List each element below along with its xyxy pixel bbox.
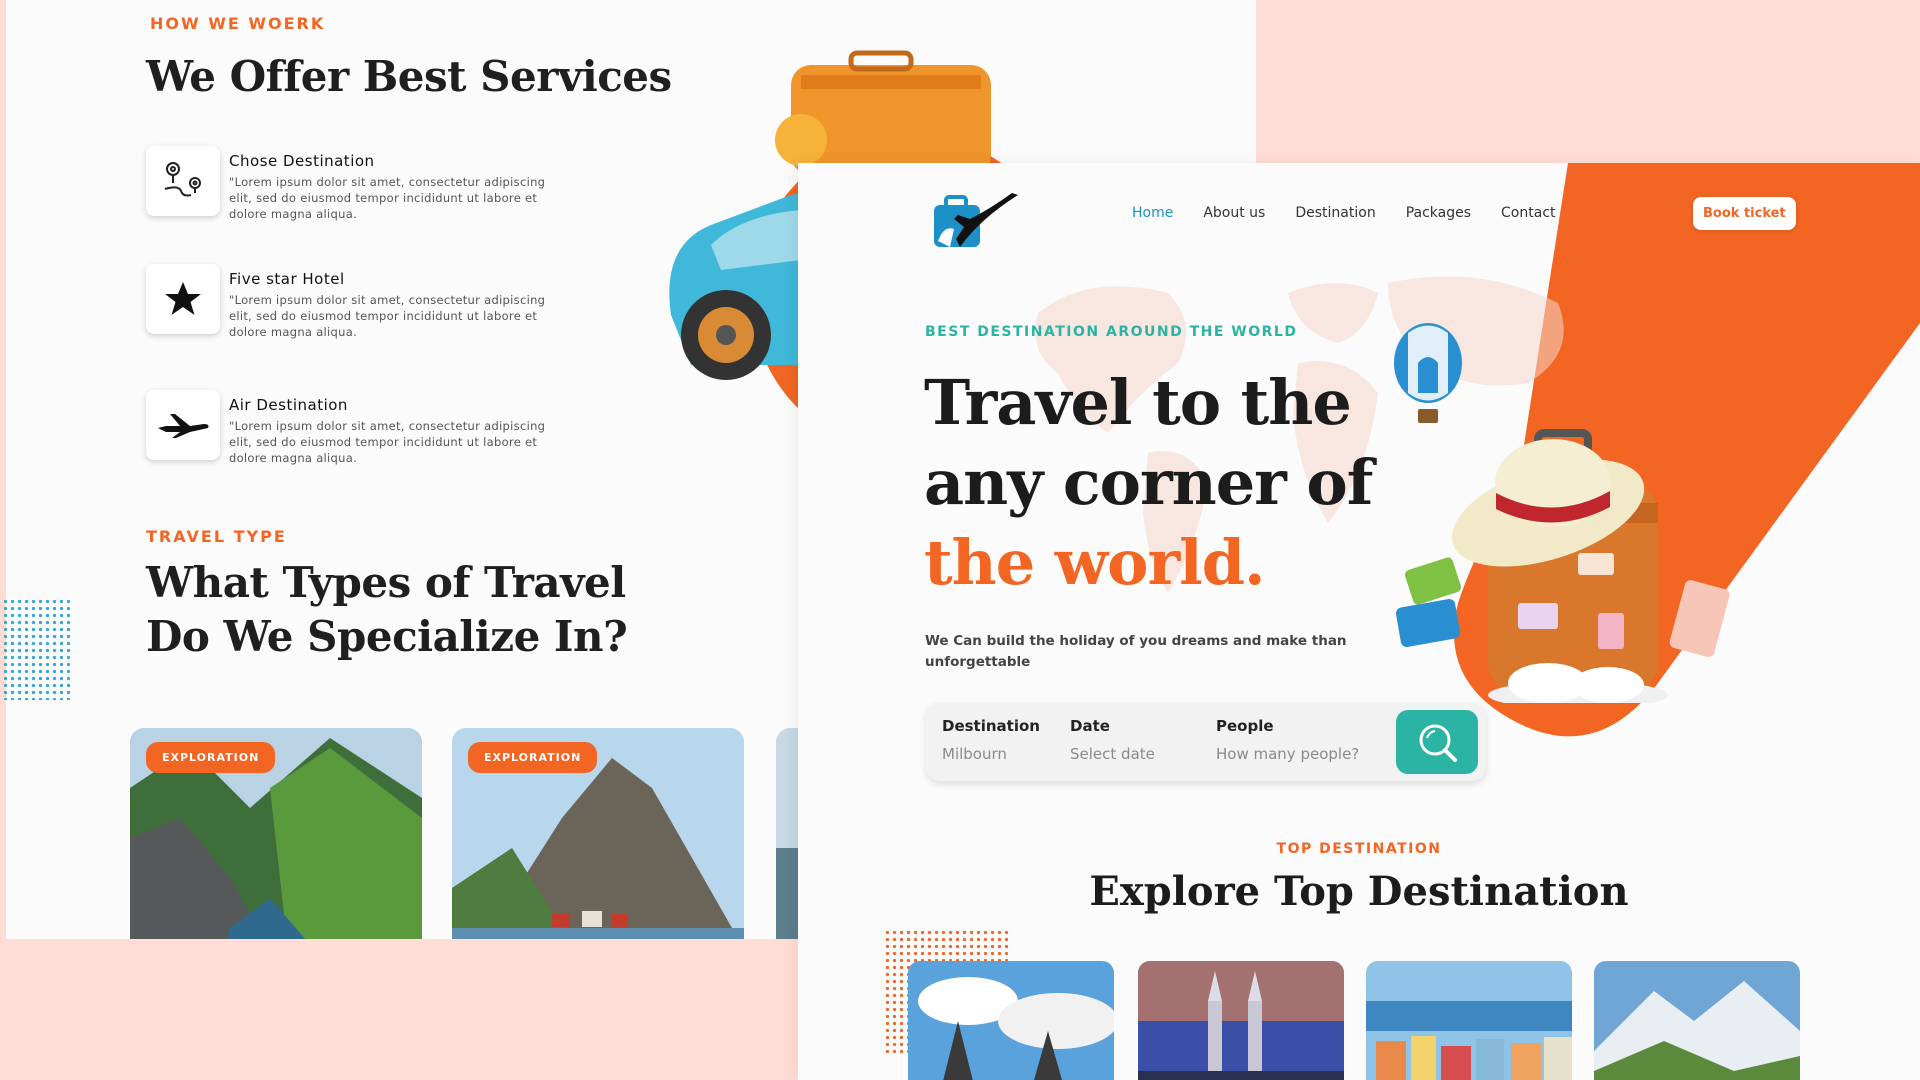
luggage-illustration xyxy=(1378,323,1798,709)
people-label: People xyxy=(1216,717,1274,735)
destination-card[interactable] xyxy=(1366,961,1572,1080)
date-label: Date xyxy=(1070,717,1110,735)
star-icon xyxy=(146,264,220,334)
service-description: "Lorem ipsum dolor sit amet, consectetur… xyxy=(229,175,546,221)
nav-packages[interactable]: Packages xyxy=(1406,205,1471,221)
date-placeholder[interactable]: Select date xyxy=(1070,745,1155,763)
service-title: Chose Destination xyxy=(229,152,375,170)
decorative-dots xyxy=(2,598,72,700)
hero-eyebrow: BEST DESTINATION AROUND THE WORLD xyxy=(925,324,1298,340)
hero-title: Travel to the any corner of the world. xyxy=(924,363,1373,603)
service-item-hotel: Five star Hotel "Lorem ipsum dolor sit a… xyxy=(146,264,566,354)
travel-type-label: TRAVEL TYPE xyxy=(146,527,287,546)
destination-label: Destination xyxy=(942,717,1040,735)
service-item-air: Air Destination "Lorem ipsum dolor sit a… xyxy=(146,390,566,480)
how-we-work-label: HOW WE WOERK xyxy=(150,14,326,33)
logo[interactable] xyxy=(930,189,1022,253)
destination-card[interactable] xyxy=(1594,961,1800,1080)
search-button[interactable] xyxy=(1396,710,1478,774)
service-description: "Lorem ipsum dolor sit amet, consectetur… xyxy=(229,419,546,465)
destination-card[interactable] xyxy=(908,961,1114,1080)
services-title: We Offer Best Services xyxy=(146,52,672,101)
people-placeholder[interactable]: How many people? xyxy=(1216,745,1359,763)
service-description: "Lorem ipsum dolor sit amet, consectetur… xyxy=(229,293,546,339)
destination-image xyxy=(1366,961,1572,1080)
nav-destination[interactable]: Destination xyxy=(1295,205,1375,221)
travel-type-title: What Types of Travel Do We Specialize In… xyxy=(146,558,628,661)
travel-type-card[interactable]: EXPLORATION xyxy=(130,728,422,939)
map-pin-route-icon xyxy=(146,146,220,216)
hero-subtitle: We Can build the holiday of you dreams a… xyxy=(925,633,1347,670)
destination-card[interactable] xyxy=(1138,961,1344,1080)
main-nav: Home About us Destination Packages Conta… xyxy=(1132,205,1556,221)
service-item-destination: Chose Destination "Lorem ipsum dolor sit… xyxy=(146,146,566,236)
nav-home[interactable]: Home xyxy=(1132,205,1173,221)
airplane-icon xyxy=(146,390,220,460)
exploration-badge: EXPLORATION xyxy=(468,742,598,773)
exploration-badge: EXPLORATION xyxy=(146,742,276,773)
top-destination-label: TOP DESTINATION xyxy=(1276,841,1442,857)
nav-about[interactable]: About us xyxy=(1203,205,1265,221)
destination-field[interactable]: Destination Milbourn xyxy=(942,717,1040,763)
destination-value[interactable]: Milbourn xyxy=(942,745,1040,763)
search-icon xyxy=(1419,724,1457,762)
nav-contact[interactable]: Contact xyxy=(1501,205,1555,221)
destination-image xyxy=(1138,961,1344,1080)
hero-title-line: any corner of xyxy=(924,446,1373,519)
search-bar: Destination Milbourn Date Select date Pe… xyxy=(926,703,1486,781)
destination-image xyxy=(908,961,1114,1080)
service-title: Five star Hotel xyxy=(229,270,345,288)
book-ticket-button[interactable]: Book ticket xyxy=(1693,197,1796,230)
date-field[interactable]: Date Select date xyxy=(1070,717,1155,763)
destination-image xyxy=(1594,961,1800,1080)
top-destination-title: Explore Top Destination xyxy=(1089,868,1629,915)
hero-title-highlight: the world. xyxy=(924,526,1266,599)
people-field[interactable]: People How many people? xyxy=(1216,717,1359,763)
travel-type-card[interactable]: EXPLORATION xyxy=(452,728,744,939)
hero-title-line: Travel to the xyxy=(924,366,1352,439)
hero-page: Home About us Destination Packages Conta… xyxy=(798,163,1920,1080)
service-title: Air Destination xyxy=(229,396,348,414)
